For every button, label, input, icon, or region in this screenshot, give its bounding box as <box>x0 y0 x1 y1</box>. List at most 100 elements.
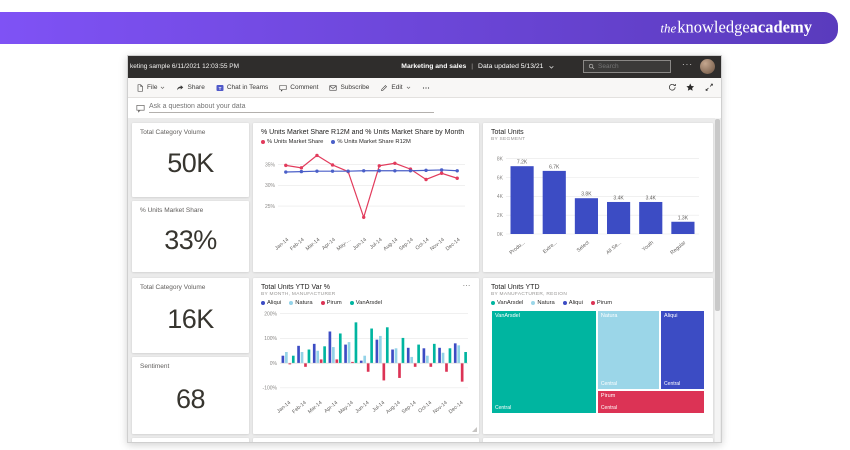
scrollbar-track[interactable] <box>715 118 720 442</box>
dashboard-name: keting sample 6/11/2021 12:03:55 PM <box>130 63 240 70</box>
qna-bar <box>128 98 721 118</box>
legend-item-vanarsdel[interactable]: VanArsdel <box>491 300 523 306</box>
kpi-label: Sentiment <box>140 363 170 370</box>
scrollbar-thumb[interactable] <box>715 119 720 311</box>
legend-item-natura[interactable]: Natura <box>531 300 555 306</box>
tile-more-button[interactable]: ⋯ <box>463 281 472 290</box>
svg-text:1.3K: 1.3K <box>678 215 689 221</box>
menu-item-file[interactable]: File <box>136 83 165 92</box>
menu-item-comment[interactable]: Comment <box>279 84 318 92</box>
treemap-block-pirum[interactable]: Pirum Central <box>596 389 705 414</box>
svg-text:Aug-14: Aug-14 <box>385 400 402 415</box>
legend-dot <box>289 301 294 305</box>
brand-header-band: theknowledgeacademy <box>0 12 838 44</box>
search-icon <box>588 63 595 70</box>
menu-item-edit[interactable]: Edit <box>380 84 410 92</box>
menu-item-label: Chat in Teams <box>226 84 269 91</box>
kpi-tile-total-category-volume-2[interactable]: Total Category Volume 16K <box>132 278 249 353</box>
svg-text:Nov-14: Nov-14 <box>429 237 446 252</box>
search-box[interactable] <box>583 60 671 73</box>
legend-item-pirum[interactable]: Pirum <box>590 300 613 306</box>
kpi-label: Total Category Volume <box>140 284 206 291</box>
svg-text:Produ...: Produ... <box>509 240 527 256</box>
expand-icon[interactable] <box>705 83 714 92</box>
data-updated-label[interactable]: Data updated 5/13/21 <box>478 63 543 70</box>
menubar-items: File Share T Chat in Teams Comment Subscribe E… <box>136 83 430 92</box>
menu-item-label: File <box>147 84 158 91</box>
svg-text:200%: 200% <box>264 312 277 318</box>
svg-text:Dec-14: Dec-14 <box>445 237 462 252</box>
svg-text:2K: 2K <box>497 213 504 219</box>
svg-text:100%: 100% <box>264 336 277 342</box>
search-input[interactable] <box>598 63 666 70</box>
menu-item-more[interactable] <box>422 84 430 92</box>
kpi-value: 50K <box>167 148 214 178</box>
refresh-icon[interactable] <box>668 83 677 92</box>
menu-item-label: Comment <box>290 84 319 91</box>
avatar[interactable] <box>700 59 715 74</box>
treemap-block-vanarsdel[interactable]: VanArsdel Central <box>491 310 597 414</box>
powerbi-dashboard: keting sample 6/11/2021 12:03:55 PM Mark… <box>127 55 722 443</box>
logo-academy: academy <box>749 17 812 37</box>
menu-item-label: Edit <box>391 84 403 91</box>
legend-dot <box>562 301 567 305</box>
kpi-value: 33% <box>164 224 217 255</box>
legend-dot <box>590 301 595 305</box>
menubar-right-icons <box>668 83 714 92</box>
dashboard-canvas: Total Category Volume 50K % Units Market… <box>128 118 721 442</box>
legend-dot <box>531 301 536 305</box>
legend-dot <box>261 140 265 144</box>
treemap-block-aliqui[interactable]: Aliqui Central <box>660 310 705 390</box>
kpi-tile-units-market-share[interactable]: % Units Market Share 33% <box>132 201 249 272</box>
svg-text:Mar-14: Mar-14 <box>305 237 322 252</box>
svg-text:3.8K: 3.8K <box>581 192 592 198</box>
kpi-tile-sentiment[interactable]: Sentiment 68 <box>132 357 249 434</box>
dashboard-breadcrumb: Marketing and sales | Data updated 5/13/… <box>401 63 554 70</box>
dashboard-title[interactable]: Marketing and sales <box>401 63 466 70</box>
ytd-treemap: VanArsdel Central Natura Central Aliqui Centr… <box>491 310 705 414</box>
subscribe-icon <box>329 84 338 92</box>
svg-text:Nov-14: Nov-14 <box>432 400 449 415</box>
partial-tile <box>253 438 479 442</box>
chart-legend: VanArsdel Natura Aliqui Pirum <box>491 300 705 306</box>
treemap-region-label: Central <box>664 380 681 387</box>
comment-icon <box>279 84 287 92</box>
svg-text:6.7K: 6.7K <box>549 164 560 170</box>
svg-text:3.4K: 3.4K <box>613 195 624 201</box>
svg-text:Apr-14: Apr-14 <box>323 400 339 415</box>
chart-title: Total Units YTD Var % <box>261 284 330 291</box>
svg-text:Feb-14: Feb-14 <box>291 400 308 415</box>
menu-item-subscribe[interactable]: Subscribe <box>329 84 369 92</box>
bar-chart-tile[interactable]: Total Units BY SEGMENT 0K 2K 4K 6K 8K 7.2K 6.7… <box>483 123 713 272</box>
svg-text:7.2K: 7.2K <box>517 160 528 166</box>
menu-item-label: Share <box>187 84 205 91</box>
legend-item-aliqui[interactable]: Aliqui <box>562 300 583 306</box>
qna-input[interactable] <box>149 103 434 113</box>
favorite-icon[interactable] <box>686 83 695 92</box>
grouped-bar-chart-tile[interactable]: ⋯ Total Units YTD Var % BY MONTH, MANUFA… <box>253 278 479 434</box>
topbar-more-button[interactable]: ··· <box>682 60 693 69</box>
dashboard-menubar: File Share T Chat in Teams Comment Subscribe E… <box>128 78 721 98</box>
menu-item-chat-in-teams[interactable]: T Chat in Teams <box>216 84 268 92</box>
treemap-tile[interactable]: Total Units YTD BY MANUFACTURER, REGION … <box>483 278 713 434</box>
kpi-tile-total-category-volume-1[interactable]: Total Category Volume 50K <box>132 123 249 197</box>
tile-resize-handle[interactable] <box>472 427 477 432</box>
partial-tile <box>132 438 249 442</box>
line-chart-tile[interactable]: % Units Market Share R12M and % Units Ma… <box>253 123 479 272</box>
svg-text:Mar-14: Mar-14 <box>307 400 324 415</box>
svg-text:Jun-14: Jun-14 <box>354 400 370 415</box>
chevron-down-icon <box>406 85 411 90</box>
treemap-block-natura[interactable]: Natura Central <box>596 310 661 390</box>
menu-item-share[interactable]: Share <box>176 84 205 92</box>
svg-text:Select: Select <box>576 240 591 254</box>
market-share-line-chart: 25%30%35%Jan-14 Feb-14 Mar-14 Apr-14May-… Ju… <box>265 153 465 252</box>
svg-text:6K: 6K <box>497 175 504 181</box>
legend-label: Pirum <box>596 300 613 306</box>
kpi-label: % Units Market Share <box>140 207 204 214</box>
legend-label: VanArsdel <box>497 300 524 306</box>
svg-text:4K: 4K <box>497 194 504 200</box>
svg-text:Sep-14: Sep-14 <box>398 237 415 252</box>
chevron-down-icon <box>160 85 165 90</box>
chevron-down-icon[interactable] <box>548 64 554 70</box>
svg-text:35%: 35% <box>265 162 276 168</box>
